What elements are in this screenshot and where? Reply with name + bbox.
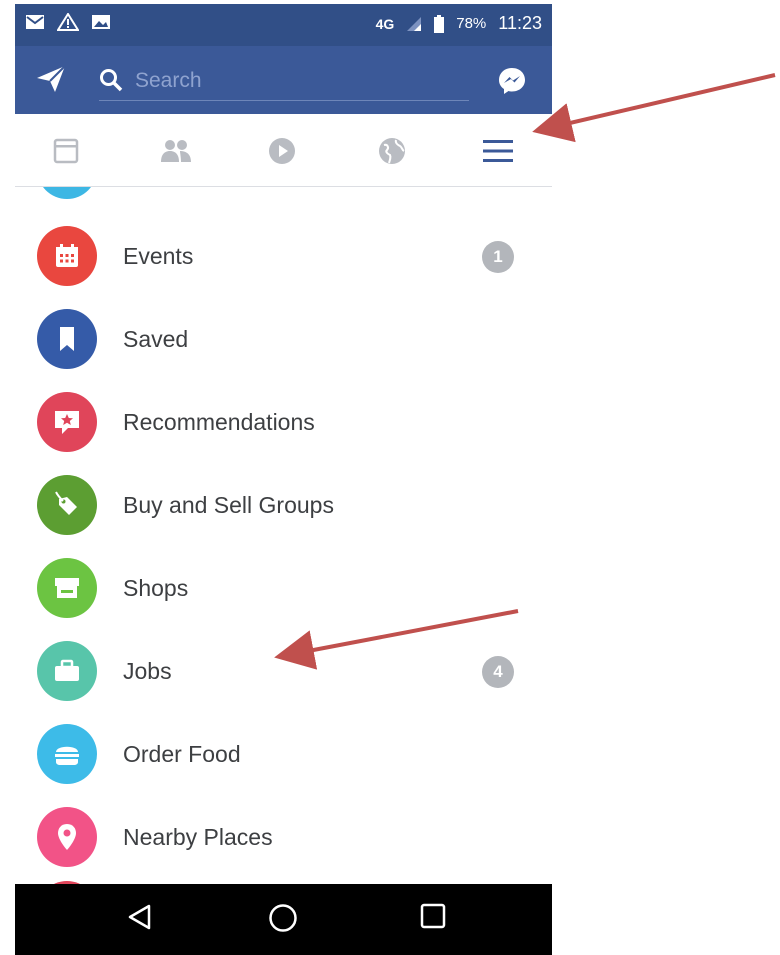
annotation-arrows [274, 73, 776, 670]
arrow-to-menu [532, 73, 776, 143]
arrow-to-jobs [274, 609, 519, 670]
